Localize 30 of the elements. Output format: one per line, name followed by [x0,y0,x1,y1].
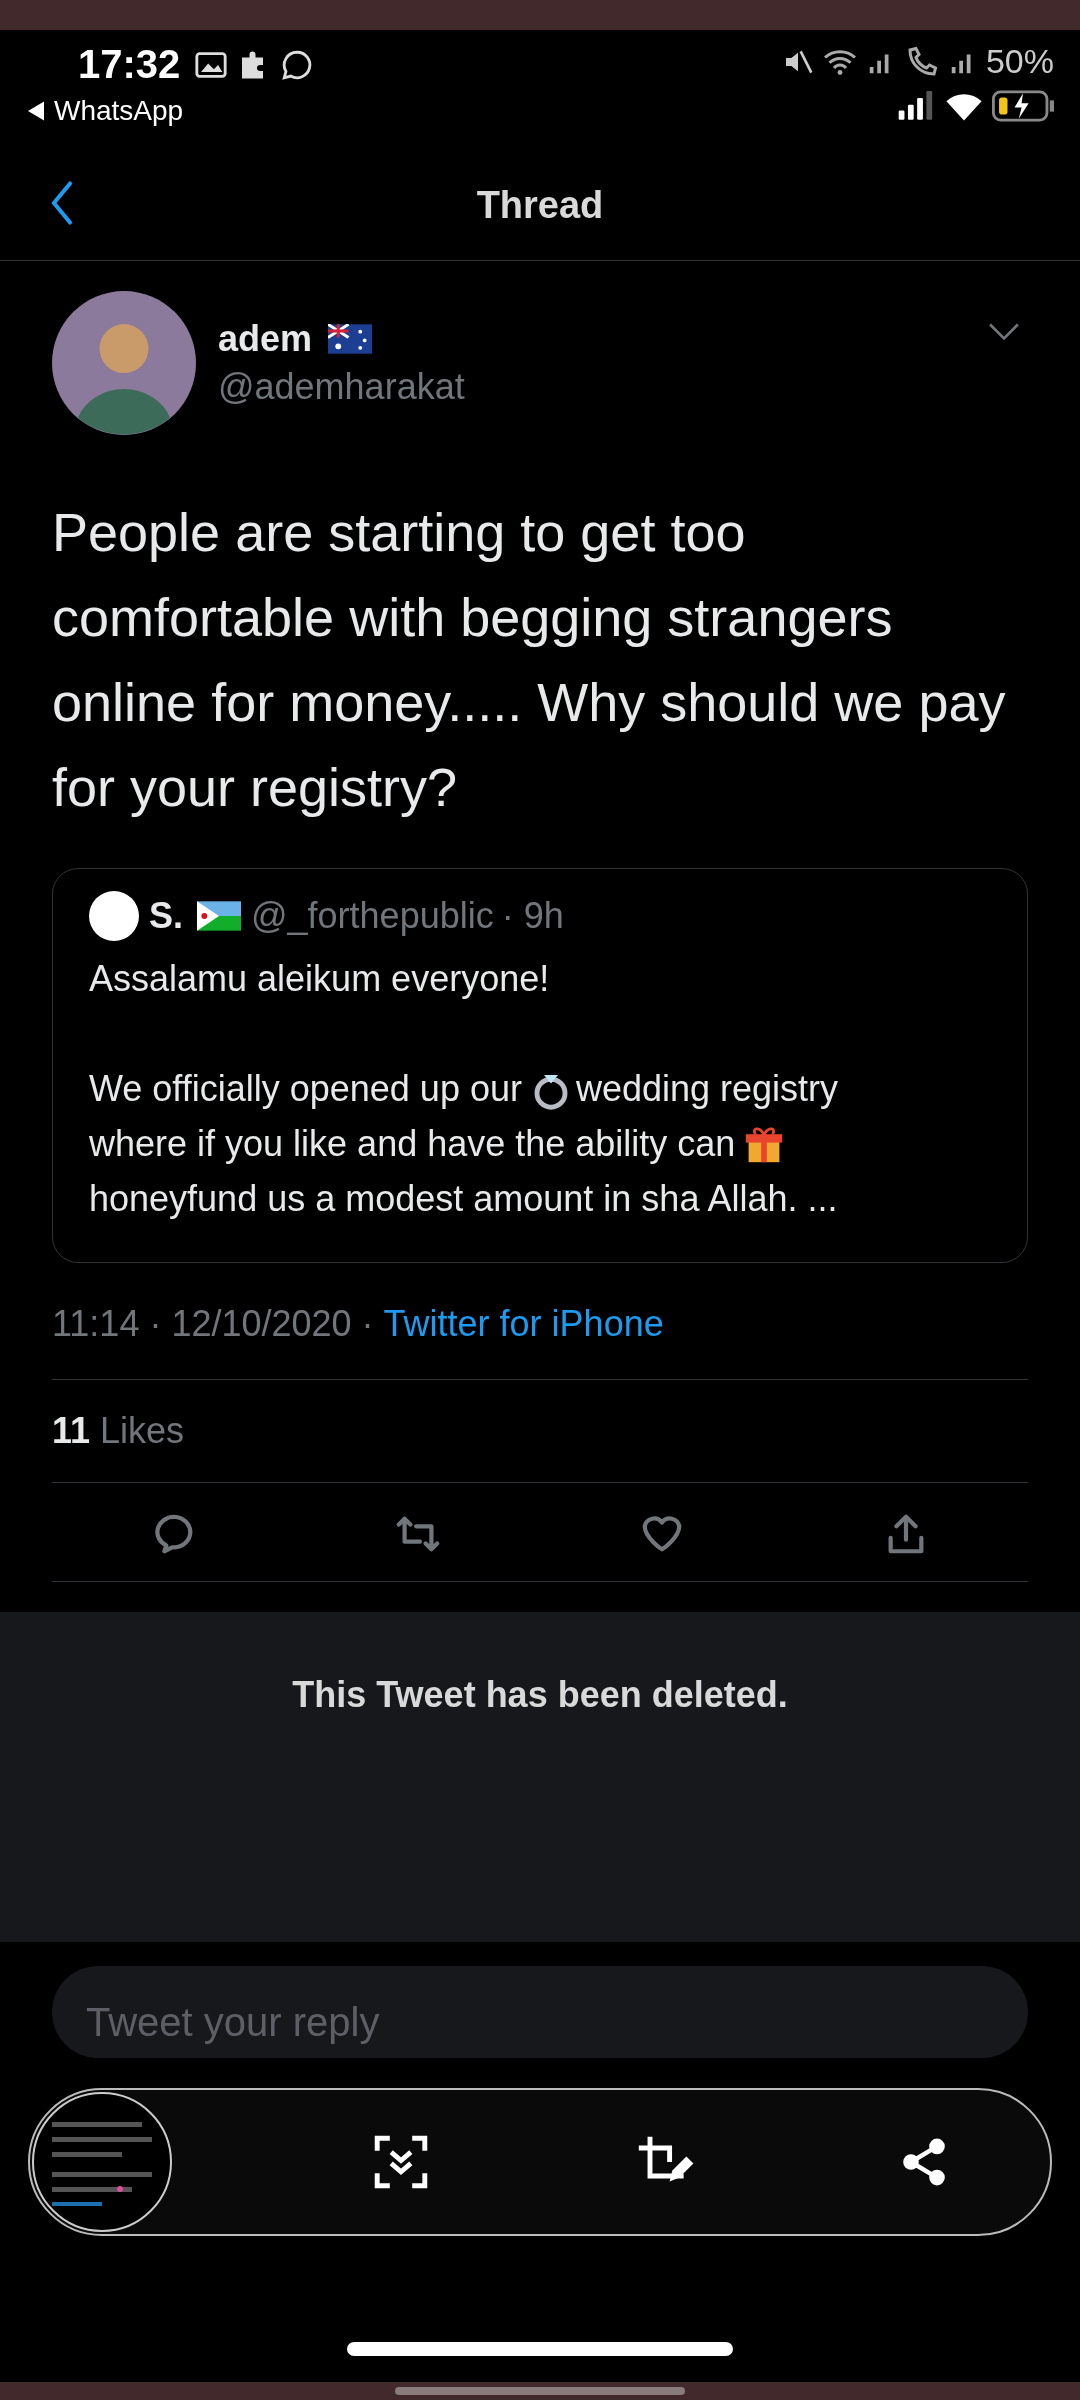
flag-icon [197,901,241,931]
tweet-timestamp: 11:14 · 12/10/2020 · [52,1303,374,1344]
back-to-app-link[interactable]: WhatsApp [54,95,184,127]
likes-label[interactable]: Likes [100,1410,185,1451]
user-name: S. [149,895,183,937]
quote-text: wedding registry [575,1067,839,1111]
flag-icon [328,324,373,354]
avatar [89,891,139,941]
chevron-down-icon[interactable] [988,321,1020,343]
likes-count: 11 [52,1410,91,1451]
tweet-text: People are starting to get too comfortable with begging strangers online for money..... Why should we pay for your registry? [52,501,1007,819]
quote-text: We officially opened up our [89,1067,522,1111]
back-triangle-icon [28,101,44,121]
status-time: 17:32 [78,42,181,87]
deleted-notice: This Tweet has been deleted. [292,1674,788,1717]
source-link[interactable]: Twitter for iPhone [383,1303,664,1344]
quote-text: where if you like and have the ability can [89,1122,736,1166]
battery-icon [992,89,1054,123]
user-name: adem [218,318,313,360]
scan-icon[interactable] [373,2134,430,2190]
post-age: · 9h [501,895,564,937]
user-handle: @_forthepublic [251,895,494,937]
quoted-tweet-card[interactable]: S. @_forthepublic · 9h Assalamu aleikum everyone! We officially opened up our wedding registry where if you like and have the ability can honeyfund us a modest amount in sha Allah. ... [52,868,1028,1263]
battery-percent: 50% [985,42,1054,81]
user-handle: @ademharakat [218,366,466,408]
quote-text: honeyfund us a modest amount in sha Allah. ... [89,1177,838,1221]
screen-title: Thread [476,183,604,227]
back-icon[interactable] [50,180,74,226]
reply-field[interactable]: Tweet your reply [52,1966,1028,2058]
quote-text: Assalamu aleikum everyone! [89,957,551,1001]
